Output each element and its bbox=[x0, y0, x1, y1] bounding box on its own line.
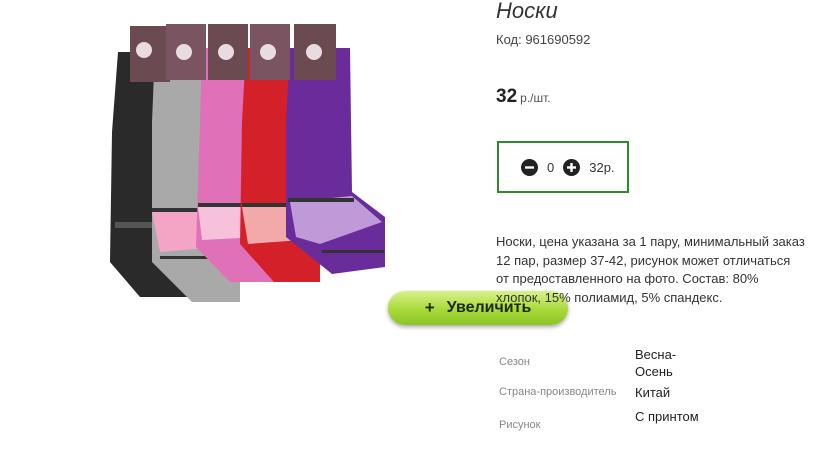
product-title: Носки bbox=[496, 0, 558, 23]
product-price: 32 р./шт. bbox=[496, 86, 551, 108]
product-code: Код: 961690592 bbox=[496, 32, 591, 47]
property-label: Страна-производитель bbox=[499, 386, 617, 398]
quantity-stepper: 0 32р. bbox=[497, 141, 629, 193]
property-value: С принтом bbox=[635, 409, 699, 424]
socks-illustration bbox=[110, 24, 385, 302]
property-value: Весна-Осень bbox=[635, 347, 677, 379]
property-label: Сезон bbox=[499, 356, 530, 368]
property-value: Китай bbox=[635, 385, 671, 400]
plus-icon: + bbox=[424, 298, 435, 317]
property-label: Рисунок bbox=[499, 419, 541, 431]
product-image[interactable]: + Увеличить bbox=[100, 12, 568, 325]
price-value: 32 bbox=[496, 86, 518, 107]
sock-purple bbox=[286, 48, 385, 274]
minus-circle-icon[interactable] bbox=[521, 158, 538, 176]
price-unit: р./шт. bbox=[520, 91, 551, 105]
product-description: Носки, цена указана за 1 пару, минимальн… bbox=[496, 234, 805, 305]
quantity-value[interactable]: 0 bbox=[547, 160, 554, 175]
plus-circle-icon[interactable] bbox=[563, 158, 581, 176]
quantity-total: 32р. bbox=[589, 159, 615, 175]
